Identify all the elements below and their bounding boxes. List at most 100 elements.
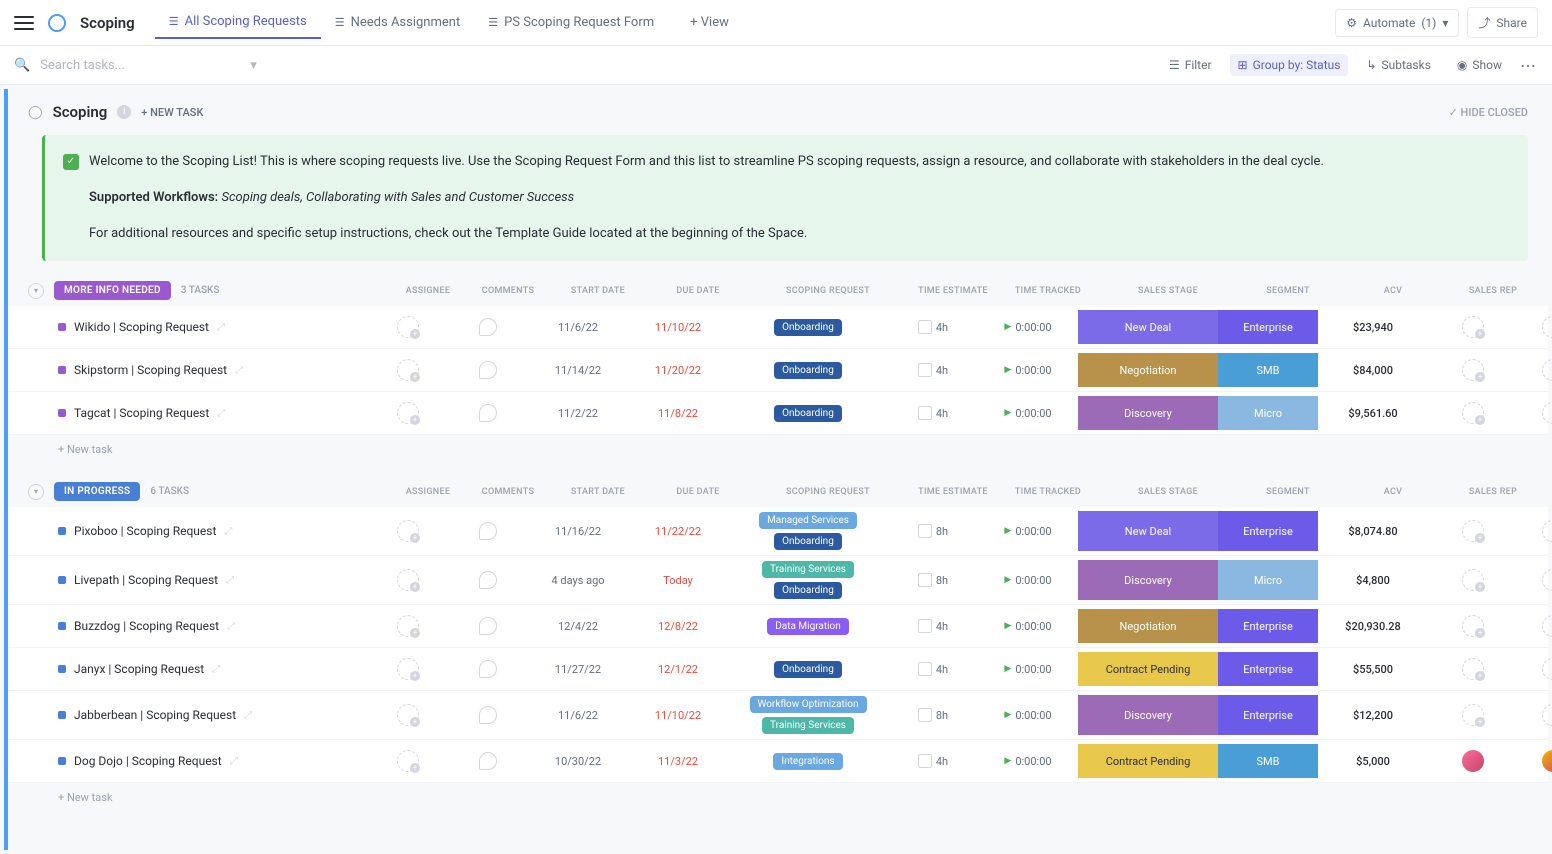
sales-stage[interactable]: Negotiation bbox=[1078, 609, 1218, 643]
avatar[interactable] bbox=[1542, 750, 1552, 772]
chevron-down-icon[interactable]: ▾ bbox=[250, 58, 257, 73]
hide-closed-button[interactable]: ✓ HIDE CLOSED bbox=[1449, 106, 1528, 119]
assignee-placeholder[interactable] bbox=[397, 520, 419, 542]
comment-icon[interactable] bbox=[479, 706, 497, 724]
comment-icon[interactable] bbox=[479, 571, 497, 589]
time-estimate[interactable]: 4h bbox=[888, 363, 978, 377]
assignee-placeholder[interactable] bbox=[397, 359, 419, 381]
column-header[interactable]: DUE DATE bbox=[648, 487, 748, 497]
due-date[interactable]: 12/8/22 bbox=[628, 620, 728, 633]
expand-icon[interactable]: ⤢ bbox=[230, 756, 238, 767]
sales-stage[interactable]: Contract Pending bbox=[1078, 652, 1218, 686]
task-name[interactable]: Livepath | Scoping Request bbox=[74, 573, 218, 587]
assignee-placeholder[interactable] bbox=[397, 402, 419, 424]
column-header[interactable]: TIME TRACKED bbox=[998, 487, 1098, 497]
column-header[interactable]: TIME ESTIMATE bbox=[908, 286, 998, 296]
comment-icon[interactable] bbox=[479, 404, 497, 422]
tag[interactable]: Onboarding bbox=[774, 319, 842, 336]
column-header[interactable]: ACV bbox=[1338, 286, 1448, 296]
comment-icon[interactable] bbox=[479, 361, 497, 379]
column-header[interactable]: SALES REP bbox=[1448, 487, 1538, 497]
filter-button[interactable]: ☰Filter bbox=[1161, 54, 1220, 76]
search-input[interactable] bbox=[40, 58, 240, 73]
task-row[interactable]: Buzzdog | Scoping Request⤢ 12/4/22 12/8/… bbox=[8, 605, 1548, 648]
time-estimate[interactable]: 8h bbox=[888, 708, 978, 722]
assignee-placeholder[interactable] bbox=[397, 658, 419, 680]
assignee-placeholder[interactable] bbox=[397, 615, 419, 637]
time-estimate[interactable]: 4h bbox=[888, 320, 978, 334]
expand-icon[interactable]: ⤢ bbox=[235, 365, 243, 376]
due-date[interactable]: 11/8/22 bbox=[628, 407, 728, 420]
add-task-button[interactable]: + New task bbox=[8, 783, 1548, 812]
task-row[interactable]: Janyx | Scoping Request⤢ 11/27/22 12/1/2… bbox=[8, 648, 1548, 691]
collapse-icon[interactable]: ◯ bbox=[28, 105, 43, 120]
status-square-icon[interactable] bbox=[58, 323, 66, 331]
sales-stage[interactable]: Negotiation bbox=[1078, 353, 1218, 387]
task-row[interactable]: Jabberbean | Scoping Request⤢ 11/6/22 11… bbox=[8, 691, 1548, 740]
task-row[interactable]: Skipstorm | Scoping Request⤢ 11/14/22 11… bbox=[8, 349, 1548, 392]
add-task-button[interactable]: + New task bbox=[8, 435, 1548, 464]
acv-value[interactable]: $20,930.28 bbox=[1318, 620, 1428, 633]
start-date[interactable]: 10/30/22 bbox=[528, 755, 628, 768]
column-header[interactable]: START DATE bbox=[548, 487, 648, 497]
time-estimate[interactable]: 8h bbox=[888, 573, 978, 587]
tag[interactable]: Onboarding bbox=[774, 661, 842, 678]
time-estimate[interactable]: 4h bbox=[888, 619, 978, 633]
status-square-icon[interactable] bbox=[58, 711, 66, 719]
assignee-placeholder[interactable] bbox=[1542, 658, 1552, 680]
column-header[interactable]: SCOPING REQUEST bbox=[748, 487, 908, 497]
status-pill[interactable]: MORE INFO NEEDED bbox=[54, 281, 171, 300]
start-date[interactable]: 11/6/22 bbox=[528, 709, 628, 722]
status-square-icon[interactable] bbox=[58, 409, 66, 417]
due-date[interactable]: 11/3/22 bbox=[628, 755, 728, 768]
column-header[interactable]: SEGMENT bbox=[1238, 286, 1338, 296]
column-header[interactable]: ACV bbox=[1338, 487, 1448, 497]
task-name[interactable]: Janyx | Scoping Request bbox=[74, 662, 204, 676]
comment-icon[interactable] bbox=[479, 660, 497, 678]
start-date[interactable]: 11/27/22 bbox=[528, 663, 628, 676]
task-row[interactable]: Livepath | Scoping Request⤢ 4 days ago T… bbox=[8, 556, 1548, 605]
add-view-button[interactable]: + View bbox=[676, 7, 743, 38]
assignee-placeholder[interactable] bbox=[1542, 704, 1552, 726]
time-tracked[interactable]: 0:00:00 bbox=[978, 663, 1078, 676]
assignee-placeholder[interactable] bbox=[1542, 615, 1552, 637]
subtasks-button[interactable]: ↳Subtasks bbox=[1358, 54, 1438, 76]
acv-value[interactable]: $5,000 bbox=[1318, 755, 1428, 768]
time-estimate[interactable]: 8h bbox=[888, 524, 978, 538]
avatar[interactable] bbox=[1462, 750, 1484, 772]
tab-all-scoping-requests[interactable]: ☰ All Scoping Requests bbox=[155, 6, 321, 39]
status-square-icon[interactable] bbox=[58, 576, 66, 584]
segment[interactable]: Enterprise bbox=[1218, 310, 1318, 344]
status-square-icon[interactable] bbox=[58, 622, 66, 630]
expand-icon[interactable]: ⤢ bbox=[217, 322, 225, 333]
status-square-icon[interactable] bbox=[58, 665, 66, 673]
start-date[interactable]: 4 days ago bbox=[528, 574, 628, 587]
column-header[interactable]: TIME ESTIMATE bbox=[908, 487, 998, 497]
sales-stage[interactable]: Discovery bbox=[1078, 560, 1218, 600]
due-date[interactable]: 11/22/22 bbox=[628, 525, 728, 538]
due-date[interactable]: 11/20/22 bbox=[628, 364, 728, 377]
task-row[interactable]: Dog Dojo | Scoping Request⤢ 10/30/22 11/… bbox=[8, 740, 1548, 783]
segment[interactable]: Enterprise bbox=[1218, 609, 1318, 643]
expand-icon[interactable]: ⤢ bbox=[224, 526, 232, 537]
acv-value[interactable]: $12,200 bbox=[1318, 709, 1428, 722]
column-header[interactable]: START DATE bbox=[548, 286, 648, 296]
sales-stage[interactable]: Discovery bbox=[1078, 396, 1218, 430]
column-header[interactable]: DUE DATE bbox=[648, 286, 748, 296]
info-icon[interactable]: i bbox=[117, 105, 131, 119]
assignee-placeholder[interactable] bbox=[397, 750, 419, 772]
assignee-placeholder[interactable] bbox=[1542, 316, 1552, 338]
status-square-icon[interactable] bbox=[58, 527, 66, 535]
segment[interactable]: Enterprise bbox=[1218, 652, 1318, 686]
assignee-placeholder[interactable] bbox=[1542, 359, 1552, 381]
assignee-placeholder[interactable] bbox=[1542, 402, 1552, 424]
tag[interactable]: Onboarding bbox=[774, 405, 842, 422]
new-task-button[interactable]: + NEW TASK bbox=[141, 106, 203, 119]
segment[interactable]: Micro bbox=[1218, 396, 1318, 430]
task-row[interactable]: Pixoboo | Scoping Request⤢ 11/16/22 11/2… bbox=[8, 507, 1548, 556]
assignee-placeholder[interactable] bbox=[1462, 316, 1484, 338]
expand-icon[interactable]: ⤢ bbox=[244, 710, 252, 721]
assignee-placeholder[interactable] bbox=[1462, 704, 1484, 726]
due-date[interactable]: 11/10/22 bbox=[628, 321, 728, 334]
task-name[interactable]: Buzzdog | Scoping Request bbox=[74, 619, 219, 633]
